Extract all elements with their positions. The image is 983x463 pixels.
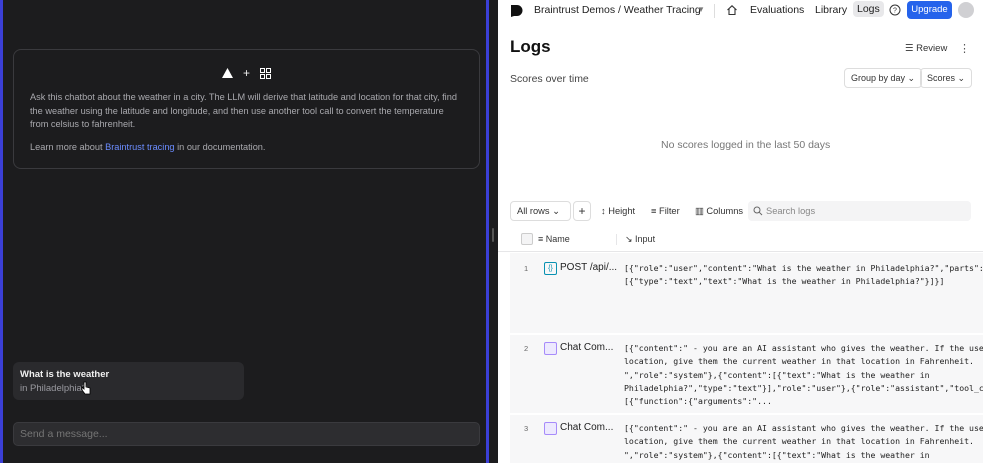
- select-all-checkbox[interactable]: [521, 233, 533, 245]
- row-input: [{"content":" - you are an AI assistant …: [624, 423, 983, 460]
- group-by-label: Group by day: [851, 73, 906, 83]
- filter-label: Filter: [659, 206, 680, 216]
- triangle-logo-icon: [221, 68, 233, 78]
- resize-handle[interactable]: [492, 228, 494, 242]
- scores-label: Scores: [927, 73, 956, 83]
- name-column-label: Name: [545, 234, 570, 244]
- all-rows-dropdown[interactable]: All rows ⌄: [510, 201, 571, 221]
- empty-scores-message: No scores logged in the last 50 days: [661, 139, 831, 151]
- logo-plus: +: [242, 66, 250, 80]
- hand-cursor-icon: [81, 381, 91, 395]
- braintrust-logo-icon[interactable]: [510, 4, 523, 17]
- row-name: Chat Com...: [560, 342, 614, 353]
- input-column-icon: ↘: [625, 234, 636, 244]
- svg-text:?: ?: [893, 8, 897, 15]
- scores-over-time-heading: Scores over time: [510, 73, 589, 85]
- row-name: POST /api/...: [560, 262, 618, 273]
- more-options-icon[interactable]: ⋮: [959, 42, 970, 55]
- nav-logs[interactable]: Logs: [853, 1, 884, 17]
- message-input[interactable]: [13, 422, 480, 446]
- chatbot-panel: + Ask this chatbot about the weather in …: [0, 0, 489, 463]
- search-logs-input[interactable]: Search logs: [748, 201, 971, 221]
- review-icon: ☰: [905, 43, 917, 54]
- height-label: Height: [608, 206, 636, 216]
- suggestion-chip[interactable]: What is the weather in Philadelphia?: [13, 362, 244, 400]
- llm-span-icon: [544, 342, 557, 355]
- help-icon[interactable]: ?: [889, 4, 901, 16]
- learn-suffix: in our documentation.: [177, 142, 266, 152]
- page-title: Logs: [510, 37, 551, 56]
- review-label: Review: [916, 43, 948, 54]
- review-button[interactable]: ☰ Review: [905, 43, 947, 54]
- height-button[interactable]: ↕ Height: [601, 206, 635, 216]
- columns-button[interactable]: ▥ Columns: [695, 206, 743, 217]
- suggestion-title: What is the weather: [20, 369, 110, 380]
- llm-span-icon: [544, 422, 557, 435]
- name-column-icon: ≡: [538, 234, 546, 244]
- all-rows-label: All rows: [517, 206, 550, 216]
- project-breadcrumb[interactable]: Braintrust Demos / Weather Tracing: [534, 4, 701, 16]
- row-number: 3: [524, 424, 529, 433]
- logs-panel: Braintrust Demos / Weather Tracing ▼ Eva…: [498, 0, 983, 463]
- braintrust-tracing-link[interactable]: Braintrust tracing: [105, 142, 174, 152]
- learn-more-text: Learn more about Braintrust tracing in o…: [30, 142, 265, 152]
- input-column-label: Input: [635, 234, 656, 244]
- topbar-divider: [714, 4, 715, 18]
- filter-button[interactable]: ≡ Filter: [651, 206, 680, 216]
- row-number: 1: [524, 264, 529, 273]
- add-filter-button[interactable]: +: [573, 201, 591, 221]
- table-header: [498, 227, 983, 252]
- logo-row: +: [14, 66, 479, 80]
- chevron-down-icon[interactable]: ▼: [697, 5, 705, 14]
- row-name: Chat Com...: [560, 422, 614, 433]
- table-row[interactable]: 1 {} POST /api/... [{"role":"user","cont…: [510, 253, 983, 335]
- row-input: [{"content":" - you are an AI assistant …: [624, 343, 983, 407]
- columns-label: Columns: [706, 206, 744, 216]
- columns-icon: ▥: [695, 206, 707, 216]
- filter-icon: ≡: [651, 206, 660, 216]
- learn-prefix: Learn more about: [30, 142, 103, 152]
- search-icon: [753, 206, 763, 216]
- row-number: 2: [524, 344, 529, 353]
- grid-logo-icon: [260, 67, 271, 79]
- nav-evaluations[interactable]: Evaluations: [750, 4, 804, 16]
- chatbot-description: Ask this chatbot about the weather in a …: [30, 92, 457, 129]
- home-icon[interactable]: [726, 4, 738, 16]
- http-span-icon: {}: [544, 262, 557, 275]
- scores-dropdown[interactable]: Scores ⌄: [920, 68, 973, 88]
- column-header-input[interactable]: ↘ Input: [616, 234, 655, 245]
- nav-library[interactable]: Library: [815, 4, 847, 16]
- upgrade-button[interactable]: Upgrade: [907, 1, 952, 19]
- info-card: + Ask this chatbot about the weather in …: [13, 49, 480, 169]
- table-row[interactable]: 3 Chat Com... [{"content":" - you are an…: [510, 415, 983, 463]
- suggestion-subtitle: in Philadelphia?: [20, 383, 88, 394]
- table-row[interactable]: 2 Chat Com... [{"content":" - you are an…: [510, 335, 983, 415]
- group-by-day-dropdown[interactable]: Group by day ⌄: [844, 68, 923, 88]
- row-input: [{"role":"user","content":"What is the w…: [624, 263, 983, 287]
- column-header-name[interactable]: ≡ Name: [538, 234, 570, 244]
- avatar[interactable]: [958, 2, 974, 18]
